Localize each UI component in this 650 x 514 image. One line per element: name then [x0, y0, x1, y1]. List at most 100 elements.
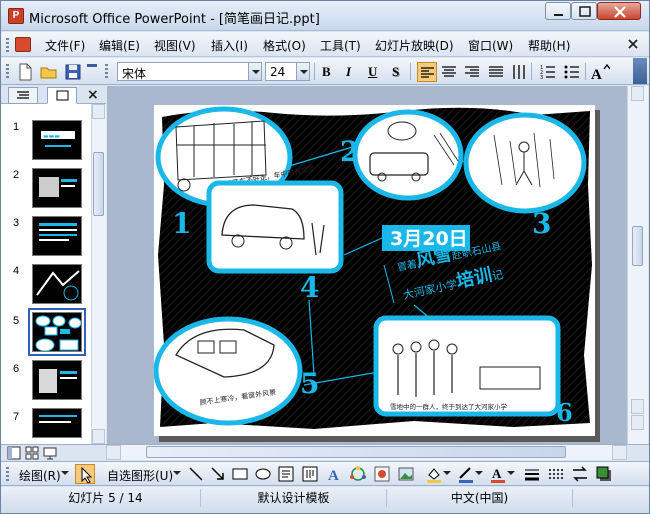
slide-thumbnail-6[interactable]: [32, 360, 82, 400]
slide-sorter-icon[interactable]: [25, 446, 39, 460]
slide-thumbnail-5[interactable]: [28, 308, 86, 356]
scroll-left-icon[interactable]: [106, 445, 121, 460]
maximize-button[interactable]: [571, 2, 597, 20]
next-slide-icon[interactable]: [631, 415, 644, 430]
font-name-select[interactable]: 宋体: [117, 62, 262, 81]
line-color-icon[interactable]: [457, 465, 475, 483]
chevron-down-icon[interactable]: [443, 471, 451, 477]
slide-thumbnail-4[interactable]: [32, 264, 82, 304]
horizontal-scrollbar[interactable]: [106, 445, 627, 460]
save-icon[interactable]: [63, 62, 83, 82]
slides-pane-scrollbar[interactable]: [91, 104, 106, 444]
italic-button[interactable]: I: [346, 64, 351, 80]
document-icon[interactable]: [15, 37, 31, 52]
toolbar-grip[interactable]: [6, 64, 9, 78]
slide-thumbnail-3[interactable]: [32, 216, 82, 256]
menu-format[interactable]: 格式(O): [263, 37, 306, 54]
text-direction-icon[interactable]: [509, 62, 529, 82]
marker-4: 4: [300, 271, 319, 304]
formatting-grip[interactable]: [105, 64, 108, 78]
fill-color-icon[interactable]: [425, 465, 443, 483]
chevron-down-icon[interactable]: [507, 471, 515, 477]
shadow-button[interactable]: S: [392, 64, 399, 80]
open-folder-icon[interactable]: [39, 62, 59, 82]
drawbar-grip[interactable]: [6, 467, 9, 481]
arrow-icon[interactable]: [209, 465, 227, 483]
align-left-icon[interactable]: [417, 62, 437, 82]
wordart-icon[interactable]: A: [325, 465, 343, 483]
scroll-up-icon[interactable]: [631, 86, 644, 101]
marker-6: 6: [556, 398, 573, 427]
svg-text:3: 3: [540, 75, 543, 81]
vertical-textbox-icon[interactable]: [301, 465, 319, 483]
clipart-icon[interactable]: [373, 465, 391, 483]
diagram-icon[interactable]: [349, 465, 367, 483]
chevron-down-icon[interactable]: [475, 471, 483, 477]
slide-canvas[interactable]: 因积雪开车不好走，车中时有惊险 顾不上寒冷，看窗外风景 雪地中的一群人，终于到达…: [154, 105, 595, 436]
scroll-right-icon[interactable]: [612, 445, 627, 460]
chevron-down-icon[interactable]: [296, 63, 309, 80]
slide-scrollbar[interactable]: [627, 86, 648, 444]
menu-window[interactable]: 窗口(W): [468, 37, 513, 54]
menu-edit[interactable]: 编辑(E): [99, 37, 140, 54]
scroll-up-icon[interactable]: [92, 104, 105, 119]
document-close-icon[interactable]: [626, 37, 640, 51]
dash-style-icon[interactable]: [547, 465, 565, 483]
align-center-icon[interactable]: [439, 62, 459, 82]
bullet-list-icon[interactable]: [562, 62, 582, 82]
numbered-list-icon[interactable]: 123: [538, 62, 558, 82]
increase-font-icon[interactable]: A: [590, 62, 610, 82]
outline-icon: [17, 91, 29, 99]
menu-insert[interactable]: 插入(I): [211, 37, 248, 54]
scroll-down-icon[interactable]: [92, 429, 105, 444]
shadow-style-icon[interactable]: [595, 465, 613, 483]
align-right-icon[interactable]: [462, 62, 482, 82]
scroll-thumb[interactable]: [632, 226, 643, 266]
slide-thumbnail-7[interactable]: [32, 408, 82, 438]
tab-outline[interactable]: [8, 87, 38, 104]
thumbnail-number: 2: [13, 169, 20, 181]
distribute-icon[interactable]: [486, 62, 506, 82]
toolbar-separator: [410, 63, 411, 80]
autoshapes-button[interactable]: 自选图形(U): [107, 467, 173, 484]
close-icon[interactable]: ×: [87, 88, 99, 102]
toolbar-options-button[interactable]: [633, 58, 647, 84]
close-button[interactable]: [597, 2, 641, 20]
font-size-select[interactable]: 24: [265, 62, 310, 81]
line-icon[interactable]: [187, 465, 205, 483]
menu-tools[interactable]: 工具(T): [320, 37, 361, 54]
font-color-icon[interactable]: A: [489, 465, 507, 483]
toolbar-overflow-left[interactable]: [87, 64, 97, 67]
select-objects-icon[interactable]: [75, 464, 95, 484]
powerpoint-app-icon[interactable]: P: [8, 8, 24, 24]
draw-menu-button[interactable]: 绘图(R): [19, 467, 61, 484]
menu-file[interactable]: 文件(F): [45, 37, 85, 54]
menu-help[interactable]: 帮助(H): [528, 37, 570, 54]
chevron-down-icon[interactable]: [248, 63, 261, 80]
textbox-icon[interactable]: [277, 465, 295, 483]
thumbnail-number: 6: [13, 363, 20, 375]
underline-button[interactable]: U: [368, 64, 377, 80]
oval-icon[interactable]: [254, 465, 272, 483]
scroll-thumb[interactable]: [146, 446, 566, 458]
tab-slides[interactable]: [47, 87, 77, 104]
line-style-icon[interactable]: [523, 465, 541, 483]
menu-view[interactable]: 视图(V): [154, 37, 196, 54]
new-document-icon[interactable]: [15, 62, 35, 82]
chevron-down-icon[interactable]: [173, 471, 181, 477]
previous-slide-icon[interactable]: [631, 399, 644, 414]
chevron-down-icon[interactable]: [61, 471, 69, 477]
minimize-button[interactable]: [545, 2, 571, 20]
normal-view-icon[interactable]: [7, 446, 21, 460]
restore-icon: [579, 6, 591, 17]
slide-thumbnail-2[interactable]: [32, 168, 82, 208]
bold-button[interactable]: B: [322, 64, 331, 80]
scroll-thumb[interactable]: [93, 152, 104, 216]
menu-slideshow[interactable]: 幻灯片放映(D): [375, 37, 454, 54]
slide-thumbnail-1[interactable]: ▬▬▬: [32, 120, 82, 160]
arrow-style-icon[interactable]: [571, 465, 589, 483]
menubar-grip[interactable]: [6, 38, 9, 52]
rectangle-icon[interactable]: [231, 465, 249, 483]
picture-icon[interactable]: [397, 465, 415, 483]
slideshow-icon[interactable]: [43, 446, 57, 460]
